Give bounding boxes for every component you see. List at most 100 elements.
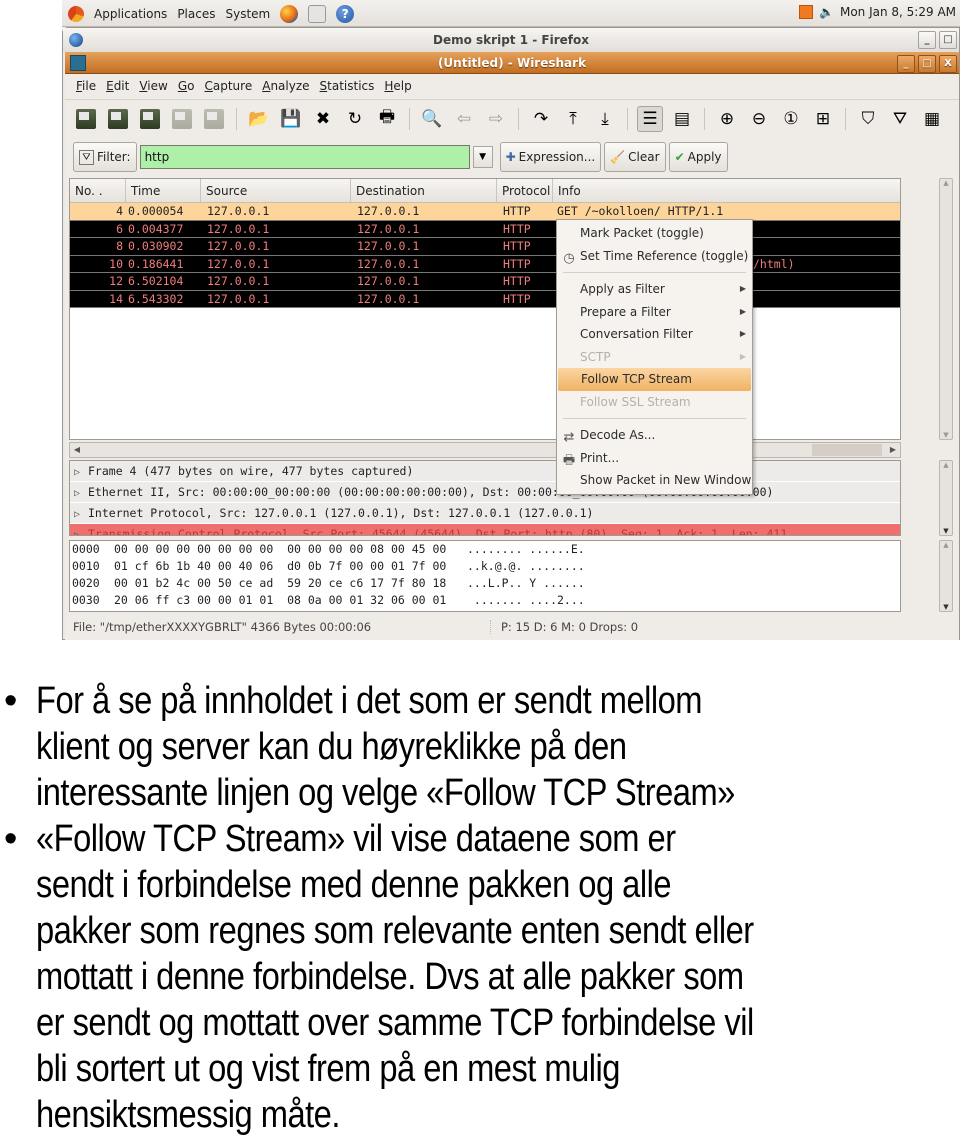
toolbar-reload-button[interactable]: ↻ (342, 106, 368, 132)
toolbar-print-button[interactable]: 🖶 (374, 106, 400, 132)
packet-list[interactable]: No. . Time Source Destination Protocol I… (69, 178, 901, 440)
toolbar-zoom-out-button[interactable]: ⊖ (746, 106, 772, 132)
filter-history-dropdown[interactable]: ▼ (472, 146, 493, 168)
scroll-down-icon[interactable]: ▼ (940, 527, 952, 535)
toolbar-capture-options-button[interactable] (105, 106, 131, 132)
toolbar-open-file-button[interactable]: 📂 (246, 106, 272, 132)
packet-bytes-scrollbar[interactable]: ▲ ▼ (939, 540, 953, 612)
firefox-icon[interactable] (280, 5, 299, 23)
packet-row[interactable]: 10 0.186441 127.0.0.1 127.0.0.1 HTTP/html) (70, 255, 900, 273)
menu-item-print[interactable]: 🖶 Print... (557, 447, 752, 470)
scroll-up-icon[interactable]: ▲ (940, 179, 952, 187)
toolbar-go-last-button[interactable]: ⤓ (592, 106, 618, 132)
toolbar-interfaces-button[interactable] (73, 106, 99, 132)
minimize-button[interactable]: _ (918, 31, 936, 49)
packet-details[interactable]: ▷ Frame 4 (477 bytes on wire, 477 bytes c… (69, 460, 901, 536)
toolbar-display-filters-button[interactable]: ⛛ (887, 106, 913, 132)
toolbar-colorize-button[interactable]: ☰ (637, 105, 663, 132)
ws-minimize-button[interactable]: _ (897, 55, 915, 73)
hex-bytes[interactable]: 01 cf 6b 1b 40 00 40 06 d0 0b 7f 00 00 0… (112, 558, 467, 575)
menu-help[interactable]: Help (379, 79, 416, 93)
clock[interactable]: Mon Jan 8, 5:29 AM (840, 5, 956, 19)
packet-details-scrollbar[interactable]: ▲ ▼ (939, 460, 953, 536)
menu-statistics[interactable]: Statistics (315, 79, 380, 93)
filter-button[interactable]: ⛛ Filter: (73, 142, 137, 172)
volume-icon[interactable]: 🔈 (819, 5, 834, 19)
wireshark-titlebar[interactable]: (Untitled) - Wireshark _ □ X (65, 52, 959, 74)
menu-file[interactable]: File (71, 79, 101, 93)
toolbar-auto-scroll-button[interactable]: ▤ (669, 106, 695, 132)
detail-tree-item[interactable]: ▷ Internet Protocol, Src: 127.0.0.1 (127.… (70, 503, 900, 524)
expression-button[interactable]: ✚ Expression... (499, 142, 602, 172)
apply-button[interactable]: ✔ Apply (668, 142, 728, 172)
hex-ascii[interactable]: ...L.P.. Y ...... (467, 575, 585, 592)
menu-item-follow-tcp-stream[interactable]: Follow TCP Stream (558, 368, 751, 391)
scroll-up-icon[interactable]: ▲ (940, 541, 952, 549)
scroll-up-icon[interactable]: ▲ (940, 461, 952, 469)
mail-icon[interactable] (308, 5, 327, 23)
column-info[interactable]: Info (553, 179, 900, 202)
menu-item-mark-packet-toggle[interactable]: Mark Packet (toggle) (557, 222, 752, 245)
menu-item-show-packet-in-new-window[interactable]: Show Packet in New Window (557, 469, 752, 492)
help-icon[interactable]: ? (336, 5, 355, 23)
panel-menu-applications[interactable]: Applications (94, 7, 167, 21)
menu-item-decode-as[interactable]: ⇄ Decode As... (557, 424, 752, 447)
hex-ascii[interactable]: ..k.@.@. ........ (467, 558, 585, 575)
scroll-down-icon[interactable]: ▼ (940, 603, 952, 611)
packet-bytes[interactable]: 0000 00 00 00 00 00 00 00 00 00 00 00 00 … (69, 540, 901, 612)
packet-list-hscrollbar[interactable]: ◀ ▶ (69, 442, 901, 458)
detail-tree-item[interactable]: ▷ Transmission Control Protocol, Src Port… (70, 524, 900, 535)
toolbar-stop-capture-button[interactable] (169, 106, 195, 132)
maximize-button[interactable]: □ (939, 31, 957, 49)
packet-row[interactable]: 6 0.004377 127.0.0.1 127.0.0.1 HTTP (70, 220, 900, 238)
toolbar-find-packet-button[interactable]: 🔍 (419, 106, 445, 132)
toolbar-save-file-button[interactable]: 💾 (278, 106, 304, 132)
packet-row-selected[interactable]: 4 0.000054 127.0.0.1 127.0.0.1 HTTP GET /~oko… (70, 203, 900, 221)
clear-button[interactable]: 🧹 Clear (604, 142, 666, 172)
toolbar-go-first-button[interactable]: ⤒ (560, 106, 586, 132)
column-protocol[interactable]: Protocol (497, 179, 553, 202)
menu-item-prepare-a-filter[interactable]: Prepare a Filter ▶ (557, 301, 752, 324)
expand-triangle-icon[interactable]: ▷ (74, 504, 88, 525)
panel-menu-system[interactable]: System (225, 7, 270, 21)
hex-bytes[interactable]: 20 06 ff c3 00 00 01 01 08 0a 00 01 32 0… (112, 592, 467, 609)
filter-input[interactable]: http (139, 145, 470, 169)
menu-view[interactable]: View (134, 79, 172, 93)
menu-item-set-time-reference-toggle[interactable]: ◷ Set Time Reference (toggle) (557, 245, 752, 268)
toolbar-go-back-button[interactable]: ⇦ (451, 106, 477, 132)
packet-list-scrollbar[interactable]: ▲ ▼ (939, 178, 953, 440)
scroll-down-icon[interactable]: ▼ (940, 431, 952, 439)
expand-triangle-icon[interactable]: ▷ (74, 462, 88, 483)
hscroll-thumb[interactable] (812, 444, 882, 456)
column-no[interactable]: No. . (70, 179, 126, 202)
update-notifier-icon[interactable] (799, 5, 814, 19)
menu-capture[interactable]: Capture (199, 79, 257, 93)
toolbar-zoom-in-button[interactable]: ⊕ (714, 106, 740, 132)
detail-tree-item[interactable]: ▷ Ethernet II, Src: 00:00:00_00:00:00 (00… (70, 482, 900, 503)
ws-maximize-button[interactable]: □ (918, 55, 936, 73)
packet-row[interactable]: 14 6.543302 127.0.0.1 127.0.0.1 HTTP (70, 290, 900, 308)
hex-ascii[interactable]: ....... ....2... (467, 592, 585, 609)
toolbar-restart-capture-button[interactable] (201, 106, 227, 132)
hex-ascii[interactable]: ........ ......E. (467, 541, 585, 558)
column-destination[interactable]: Destination (351, 179, 497, 202)
toolbar-zoom-normal-button[interactable]: ① (778, 106, 804, 132)
toolbar-coloring-rules-button[interactable]: ▦ (919, 106, 945, 132)
toolbar-resize-columns-button[interactable]: ⊞ (810, 106, 836, 132)
firefox-titlebar[interactable]: Demo skript 1 - Firefox _ □ (63, 28, 959, 52)
menu-item-conversation-filter[interactable]: Conversation Filter ▶ (557, 323, 752, 346)
menu-edit[interactable]: Edit (101, 79, 134, 93)
menu-go[interactable]: Go (173, 79, 200, 93)
column-source[interactable]: Source (201, 179, 351, 202)
expand-triangle-icon[interactable]: ▷ (74, 483, 88, 504)
expand-triangle-icon[interactable]: ▷ (74, 525, 88, 535)
scroll-right-icon[interactable]: ▶ (886, 443, 900, 457)
detail-tree-item[interactable]: ▷ Frame 4 (477 bytes on wire, 477 bytes c… (70, 461, 900, 482)
panel-menu-places[interactable]: Places (177, 7, 215, 21)
hex-bytes[interactable]: 00 00 00 00 00 00 00 00 00 00 00 00 08 0… (112, 541, 467, 558)
toolbar-start-capture-button[interactable] (137, 106, 163, 132)
ubuntu-logo-icon[interactable] (68, 6, 84, 22)
menu-item-apply-as-filter[interactable]: Apply as Filter ▶ (557, 278, 752, 301)
toolbar-capture-filters-button[interactable]: ⛉ (855, 106, 881, 132)
scroll-left-icon[interactable]: ◀ (70, 443, 84, 457)
